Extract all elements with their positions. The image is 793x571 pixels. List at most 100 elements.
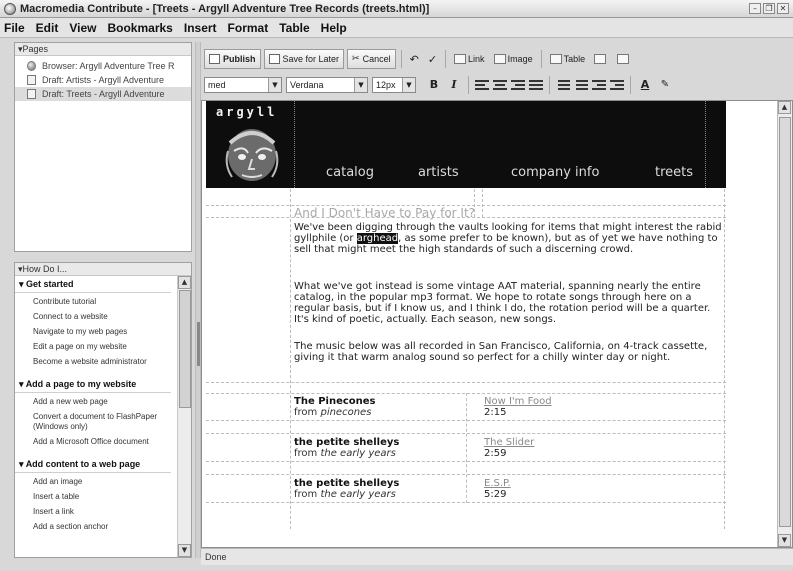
article-paragraph[interactable]: We've been digging through the vaults lo… xyxy=(294,222,722,255)
size-dropdown[interactable]: 12px ▼ xyxy=(372,77,416,93)
indent-icon[interactable] xyxy=(610,79,624,91)
howdo-link[interactable]: Become a website administrator xyxy=(15,355,175,370)
track-artist[interactable]: the petite shelleys xyxy=(294,478,399,489)
nav-link-artists[interactable]: artists xyxy=(418,165,459,180)
spellcheck-icon: ✓ xyxy=(427,52,438,66)
track-album[interactable]: from pinecones xyxy=(294,407,371,418)
menu-format[interactable]: Format xyxy=(228,21,269,35)
howdo-link[interactable]: Navigate to my web pages xyxy=(15,325,175,340)
page-icon xyxy=(27,75,36,85)
editor-scrollbar[interactable]: ▲ ▼ xyxy=(777,101,792,547)
image-button[interactable]: Image xyxy=(491,49,536,69)
chevron-down-icon: ▼ xyxy=(354,78,367,92)
scroll-down-icon[interactable]: ▼ xyxy=(178,544,191,557)
article-paragraph[interactable]: The music below was all recorded in San … xyxy=(294,341,722,363)
howdo-section-get-started[interactable]: ▾ Get started xyxy=(15,276,171,293)
align-left-icon[interactable] xyxy=(475,79,489,91)
highlight-icon[interactable]: ✎ xyxy=(657,77,673,93)
menu-file[interactable]: File xyxy=(4,21,25,35)
howdo-link[interactable]: Add an image xyxy=(15,475,175,490)
splitter-grip[interactable] xyxy=(197,322,200,366)
scroll-up-icon[interactable]: ▲ xyxy=(778,101,791,114)
table-guide xyxy=(206,474,726,475)
article-paragraph[interactable]: What we've got instead is some vintage A… xyxy=(294,281,722,325)
menu-bookmarks[interactable]: Bookmarks xyxy=(107,21,172,35)
table-button[interactable]: Table xyxy=(547,49,589,69)
scroll-up-icon[interactable]: ▲ xyxy=(178,276,191,289)
pages-panel-header[interactable]: ▾Pages xyxy=(15,43,191,56)
undo-button[interactable]: ↶ xyxy=(407,49,422,69)
editor-pane[interactable]: argyll catalog artists company info tree… xyxy=(201,100,793,548)
style-dropdown[interactable]: med ▼ xyxy=(204,77,282,93)
restore-button[interactable]: ❐ xyxy=(763,3,775,14)
table-guide xyxy=(482,189,483,217)
how-do-i-panel-header[interactable]: ▾How Do I... xyxy=(15,263,191,276)
cancel-button[interactable]: ✂ Cancel xyxy=(347,49,396,69)
menu-view[interactable]: View xyxy=(69,21,96,35)
bulleted-list-icon[interactable] xyxy=(574,79,588,91)
how-do-i-list: ▾ Get started Contribute tutorial Connec… xyxy=(15,276,175,535)
numbered-list-icon[interactable] xyxy=(556,79,570,91)
contribute-app-icon[interactable] xyxy=(4,2,16,15)
menu-table[interactable]: Table xyxy=(279,21,309,35)
align-center-icon[interactable] xyxy=(493,79,507,91)
main-toolbar: Publish Save for Later ✂ Cancel ↶ ✓ Link … xyxy=(201,47,793,71)
table-rows-button[interactable] xyxy=(591,49,611,69)
nav-link-catalog[interactable]: catalog xyxy=(326,165,374,180)
nav-link-treets[interactable]: treets xyxy=(655,165,693,180)
track-album[interactable]: from the early years xyxy=(294,489,396,500)
page-item-draft-artists[interactable]: Draft: Artists - Argyll Adventure xyxy=(15,73,191,87)
track-time[interactable]: 5:29 xyxy=(484,489,506,500)
track-album[interactable]: from the early years xyxy=(294,448,396,459)
scroll-thumb[interactable] xyxy=(779,117,791,527)
page-item-browser[interactable]: Browser: Argyll Adventure Tree R xyxy=(15,59,191,73)
outdent-icon[interactable] xyxy=(592,79,606,91)
table-guide xyxy=(206,502,726,503)
track-artist[interactable]: The Pinecones xyxy=(294,396,376,407)
howdo-link[interactable]: Contribute tutorial xyxy=(15,295,175,310)
track-title-link[interactable]: Now I'm Food xyxy=(484,396,552,407)
track-time[interactable]: 2:59 xyxy=(484,448,506,459)
scroll-thumb[interactable] xyxy=(179,290,191,408)
link-button[interactable]: Link xyxy=(451,49,488,69)
howdo-link[interactable]: Convert a document to FlashPaper (Window… xyxy=(15,410,175,435)
page-item-label: Draft: Treets - Argyll Adventure xyxy=(42,89,165,99)
argyll-face-logo xyxy=(225,129,279,181)
howdo-link[interactable]: Edit a page on my website xyxy=(15,340,175,355)
page-item-label: Draft: Artists - Argyll Adventure xyxy=(42,75,165,85)
text-color-button[interactable]: A xyxy=(637,77,653,93)
track-title-link[interactable]: E.S.P. xyxy=(484,478,511,489)
menu-help[interactable]: Help xyxy=(321,21,347,35)
track-artist[interactable]: the petite shelleys xyxy=(294,437,399,448)
howdo-link[interactable]: Connect to a website xyxy=(15,310,175,325)
howdo-link[interactable]: Add a section anchor xyxy=(15,520,175,535)
howdo-link[interactable]: Insert a link xyxy=(15,505,175,520)
nav-link-company-info[interactable]: company info xyxy=(511,165,599,180)
bold-button[interactable]: B xyxy=(426,77,442,93)
menu-insert[interactable]: Insert xyxy=(184,21,217,35)
howdo-section-add-content[interactable]: ▾ Add content to a web page xyxy=(15,456,171,473)
scroll-down-icon[interactable]: ▼ xyxy=(778,534,791,547)
track-time[interactable]: 2:15 xyxy=(484,407,506,418)
italic-button[interactable]: I xyxy=(446,77,462,93)
howdo-link[interactable]: Add a Microsoft Office document xyxy=(15,435,175,450)
minimize-button[interactable]: – xyxy=(749,3,761,14)
save-for-later-button[interactable]: Save for Later xyxy=(263,49,345,69)
table-guide xyxy=(466,393,467,503)
how-do-i-scrollbar[interactable]: ▲ ▼ xyxy=(177,276,191,557)
spellcheck-button[interactable]: ✓ xyxy=(425,49,440,69)
howdo-link[interactable]: Add a new web page xyxy=(15,395,175,410)
close-button[interactable]: ✕ xyxy=(777,3,789,14)
menu-edit[interactable]: Edit xyxy=(36,21,59,35)
table-guide xyxy=(206,382,726,383)
align-justify-icon[interactable] xyxy=(529,79,543,91)
track-title-link[interactable]: The Slider xyxy=(484,437,534,448)
howdo-link[interactable]: Insert a table xyxy=(15,490,175,505)
page-item-draft-treets[interactable]: Draft: Treets - Argyll Adventure xyxy=(15,87,191,101)
howdo-section-add-page[interactable]: ▾ Add a page to my website xyxy=(15,376,171,393)
article-title[interactable]: And I Don't Have to Pay for It? xyxy=(294,206,475,220)
font-dropdown[interactable]: Verdana ▼ xyxy=(286,77,368,93)
table-cols-button[interactable] xyxy=(614,49,634,69)
align-right-icon[interactable] xyxy=(511,79,525,91)
publish-button[interactable]: Publish xyxy=(204,49,261,69)
